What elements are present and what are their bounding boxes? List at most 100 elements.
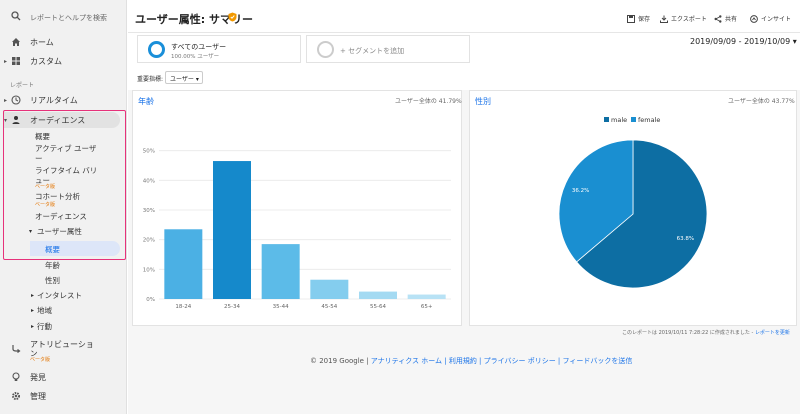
gender-card: 性別 ユーザー全体の 43.77% male female 63.8% 36.2% [469,90,797,326]
refresh-report-link[interactable]: レポートを更新 [755,330,790,336]
sidebar-item-demo-gender[interactable]: 性別 [45,275,60,286]
beta-badge: ベータ版 [30,357,51,363]
save-label: 保存 [638,16,651,23]
highlight-box [3,110,126,260]
sidebar-item-behavior[interactable]: 行動 [37,322,52,332]
insights-label: インサイト [761,16,792,23]
chevron-down-icon: ▾ [195,76,199,83]
add-segment-label: + セグメントを追加 [340,47,405,55]
segment-ring-icon [148,41,165,58]
y-tick-label: 50% [143,149,155,155]
export-label: エクスポート [671,16,707,23]
footer: © 2019 Google | アナリティクス ホーム | 利用規約 | プライ… [310,356,632,366]
sidebar-item-realtime[interactable]: ▸ リアルタイム [0,92,127,108]
download-icon [660,15,668,23]
gender-pie-chart: male female 63.8% 36.2% [558,116,708,289]
caret-right-icon: ▸ [31,307,35,314]
caret-right-icon: ▸ [4,57,8,65]
share-label: 共有 [725,16,738,23]
legend-swatch [631,117,636,122]
x-tick-label: 35-44 [273,304,289,310]
main-content: ユーザー属性: サマリー 保存 エクスポート 共有 インサイト すべてのユーザー… [128,0,800,414]
sidebar-item-interests[interactable]: インタレスト [37,291,82,301]
bar [407,294,446,299]
date-range-value: 2019/09/09 - 2019/10/09 [690,37,791,46]
date-range-picker[interactable]: 2019/09/09 - 2019/10/09 ▾ [690,37,797,46]
insights-icon [750,14,758,23]
age-bar-chart: 0% 10% 20% 30% 40% 50% 18-24 25-34 35-44 45-54 55-… [143,149,451,310]
sidebar-item-home[interactable]: ホーム [0,34,127,50]
dashboard-icon [12,57,20,65]
share-icon [714,14,722,23]
pie-value-label: 36.2% [572,188,589,194]
save-icon [627,14,635,23]
sidebar-item-discover[interactable]: 発見 [0,369,127,385]
y-tick-label: 20% [143,238,155,244]
sidebar-item-label: ホーム [30,37,54,47]
add-segment-button[interactable]: + セグメントを追加 [306,35,470,63]
sidebar-item-geo[interactable]: 地域 [37,306,52,316]
age-card: 年齢 ユーザー全体の 41.79% 0% 10% 20% 30% 40% 50% 18-24… [132,90,462,326]
sidebar-item-label: 管理 [30,391,46,401]
segment-bar: すべてのユーザー 100.00% ユーザー + セグメントを追加 2019/09… [128,33,800,68]
sidebar-item-admin[interactable]: 管理 [0,388,127,404]
metric-row: 重要指標: ユーザー ▾ [128,68,800,90]
attribution-icon [12,345,21,353]
x-tick-label: 45-54 [321,304,337,310]
save-button[interactable]: 保存 [627,14,650,23]
segment-all-users[interactable]: すべてのユーザー 100.00% ユーザー [137,35,301,63]
x-tick-label: 65+ [421,304,433,310]
report-note: このレポートは 2019/10/11 7:28:22 に作成されました - レポ… [622,329,790,336]
sidebar-item-label: リアルタイム [30,95,78,105]
clock-icon [11,95,21,105]
y-tick-label: 0% [146,297,155,303]
bar [310,279,349,299]
legend-label: female [638,116,660,124]
metric-label: 重要指標: [137,76,164,83]
chevron-down-icon: ▾ [792,37,797,46]
insights-button[interactable]: インサイト [750,14,791,23]
footer-links[interactable]: アナリティクス ホーム | 利用規約 | プライバシー ポリシー | フィードバ… [371,357,633,365]
bar [261,244,300,299]
share-button[interactable]: 共有 [714,14,737,23]
search-placeholder: レポートとヘルプを検索 [30,14,107,22]
search-icon [11,11,21,21]
page-header: ユーザー属性: サマリー 保存 エクスポート 共有 インサイト [128,0,800,33]
reports-section-label: レポート [10,82,35,89]
segment-name: すべてのユーザー [171,43,227,51]
bar [164,229,203,299]
report-note-text: このレポートは 2019/10/11 7:28:22 に作成されました - [622,330,755,336]
segment-percentage: 100.00% ユーザー [171,54,220,60]
bar [359,291,397,299]
metric-select[interactable]: ユーザー ▾ [165,71,203,84]
legend-swatch [604,117,609,122]
sidebar: レポートとヘルプを検索 ホーム ▸ カスタム レポート ▸ リアルタイム ▾ オ… [0,0,127,414]
caret-right-icon: ▸ [31,323,35,330]
sidebar-item-demo-age[interactable]: 年齢 [45,260,60,271]
sidebar-item-attribution[interactable]: アトリビューショ [0,339,127,355]
caret-right-icon: ▸ [31,292,35,299]
copyright-text: © 2019 Google | [310,357,371,365]
empty-ring-icon [317,41,334,58]
x-tick-label: 18-24 [175,304,191,310]
lightbulb-icon [12,372,20,381]
sidebar-item-label: 発見 [30,372,46,382]
legend-label: male [611,116,627,124]
shield-icon [228,12,237,22]
bar [213,161,251,299]
metric-selected-value: ユーザー [170,76,194,83]
export-button[interactable]: エクスポート [660,14,707,23]
sidebar-item-label: カスタム [30,56,62,66]
search-bar[interactable]: レポートとヘルプを検索 [0,0,127,34]
caret-right-icon: ▸ [4,96,8,104]
y-tick-label: 10% [143,267,155,273]
sidebar-item-label: アトリビューショ [30,340,94,349]
sidebar-item-custom[interactable]: ▸ カスタム [0,53,127,69]
y-tick-label: 40% [143,178,155,184]
x-tick-label: 25-34 [224,304,240,310]
pie-value-label: 63.8% [677,236,694,242]
home-icon [12,38,20,46]
y-tick-label: 30% [143,208,155,214]
x-tick-label: 55-64 [370,304,386,310]
gear-icon [12,392,20,400]
